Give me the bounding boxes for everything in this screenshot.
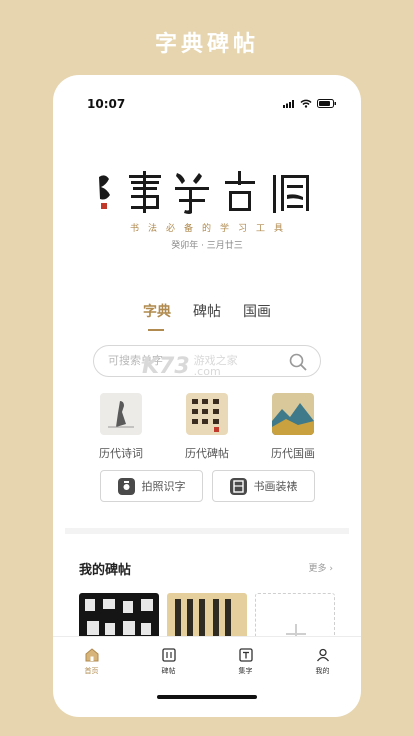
- status-time: 10:07: [87, 97, 126, 111]
- nav-home[interactable]: 首页: [53, 637, 130, 686]
- rubbing-icon: [161, 648, 176, 662]
- lunar-date: 癸卯年 · 三月廿三: [171, 241, 243, 251]
- phone-screen: 10:07 书法必备的学习工具 癸卯年 · 三月廿三 字典 碑帖 国画 可搜索单…: [53, 75, 361, 717]
- nav-label: 首页: [84, 667, 99, 675]
- signal-icon: [283, 99, 294, 108]
- mounting-label: 书画装裱: [253, 480, 298, 493]
- nav-collect[interactable]: 集字: [207, 637, 284, 686]
- wifi-icon: [300, 99, 312, 108]
- app-subtitle: 书法必备的学习工具: [129, 224, 292, 234]
- home-icon: [85, 648, 98, 662]
- bottom-nav: 首页 碑帖 集字 我的: [53, 636, 361, 686]
- mounting-button[interactable]: 书画装裱: [212, 470, 315, 502]
- camera-icon: [117, 477, 135, 495]
- rubbing-scroll-icon: [186, 393, 228, 435]
- nav-label: 我的: [315, 667, 330, 675]
- watermark-logo: K73: [142, 353, 190, 379]
- nav-label: 碑帖: [161, 667, 176, 675]
- more-link[interactable]: 更多 ›: [309, 561, 333, 574]
- watermark-line2: .com: [193, 365, 221, 378]
- category-label: 历代诗词: [99, 447, 143, 460]
- category-poetry[interactable]: 历代诗词: [81, 393, 161, 461]
- landscape-painting-icon: [272, 393, 314, 435]
- status-icons: [283, 99, 337, 108]
- poetry-painting-icon: [100, 393, 142, 435]
- mounting-icon: [229, 477, 247, 495]
- collect-char-icon: [238, 648, 253, 662]
- watermark: K73 游戏之家 .com: [142, 351, 238, 381]
- nav-label: 集字: [238, 667, 253, 675]
- my-rubbings-title: 我的碑帖: [79, 563, 132, 578]
- home-indicator: [157, 695, 257, 699]
- section-divider: [65, 528, 349, 534]
- category-label: 历代碑帖: [185, 447, 229, 460]
- main-tabs: 字典 碑帖 国画: [143, 301, 271, 331]
- promo-banner-title: 字典碑帖: [154, 32, 259, 57]
- battery-icon: [317, 99, 336, 108]
- photo-recognize-button[interactable]: 拍照识字: [100, 470, 203, 502]
- category-painting[interactable]: 历代国画: [253, 393, 333, 461]
- category-rubbings[interactable]: 历代碑帖: [167, 393, 247, 461]
- calligraphy-logo: [99, 171, 309, 214]
- search-icon[interactable]: [288, 352, 308, 372]
- nav-rubbings[interactable]: 碑帖: [130, 637, 207, 686]
- category-label: 历代国画: [271, 447, 315, 460]
- profile-icon: [316, 648, 329, 662]
- tab-painting[interactable]: 国画: [243, 301, 271, 321]
- nav-profile[interactable]: 我的: [284, 637, 361, 686]
- tab-dictionary[interactable]: 字典: [143, 301, 171, 331]
- status-bar: 10:07: [53, 97, 361, 113]
- tab-rubbings[interactable]: 碑帖: [193, 301, 221, 321]
- photo-recognize-label: 拍照识字: [141, 480, 186, 493]
